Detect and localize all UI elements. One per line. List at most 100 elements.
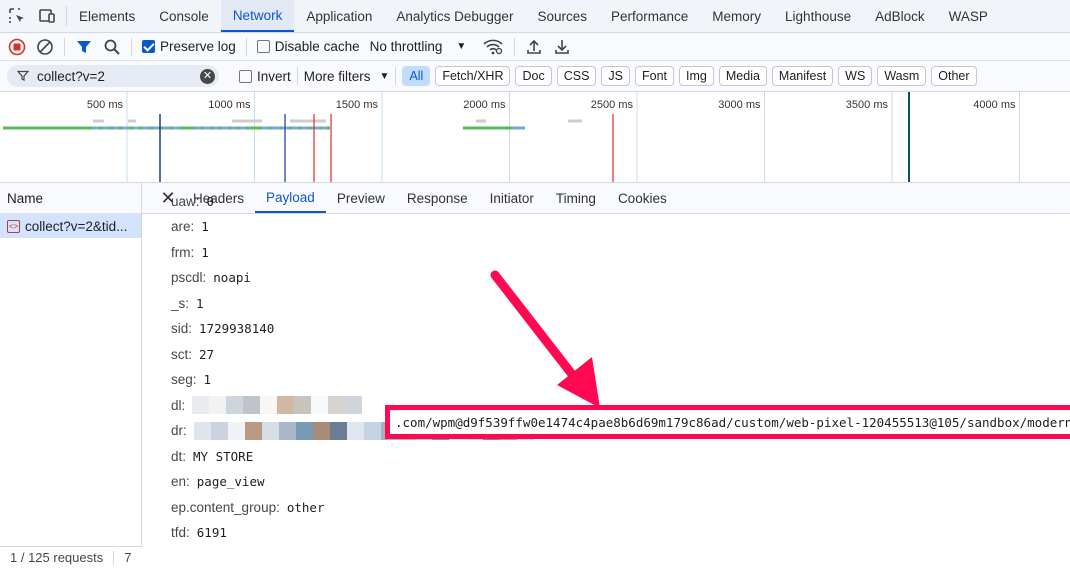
param-key: tfd: <box>171 525 190 540</box>
request-detail-panel: ✕ Headers Payload Preview Response Initiator… <box>142 183 1070 568</box>
tab-lighthouse[interactable]: Lighthouse <box>773 0 863 32</box>
redaction-block <box>311 396 329 414</box>
filter-chip-media[interactable]: Media <box>718 66 767 86</box>
payload-param: dt: MY STORE <box>171 446 253 466</box>
separator <box>395 67 397 85</box>
separator <box>131 37 132 56</box>
payload-param: _s: 1 <box>171 293 204 313</box>
param-key: sid: <box>171 321 193 336</box>
throttling-select[interactable]: No throttling ▼ <box>370 39 467 54</box>
tick-label: 3500 ms <box>846 99 889 111</box>
request-name: collect?v=2&tid... <box>25 218 128 234</box>
param-key: dt: <box>171 448 187 464</box>
param-value: 0 <box>206 193 215 209</box>
filter-chip-other[interactable]: Other <box>931 66 977 86</box>
search-icon[interactable] <box>103 38 121 56</box>
redaction-block <box>363 421 381 440</box>
detail-tab-preview[interactable]: Preview <box>326 183 396 213</box>
name-column-header[interactable]: Name <box>0 183 141 214</box>
dropdown-arrow-icon: ▼ <box>456 41 467 52</box>
checkbox-checked[interactable] <box>142 40 155 53</box>
clear-icon[interactable] <box>36 38 54 56</box>
param-value: 1729938140 <box>199 321 275 336</box>
separator <box>514 37 516 56</box>
filter-chip-manifest[interactable]: Manifest <box>771 66 834 86</box>
filter-chip-all[interactable]: All <box>402 66 431 86</box>
separator <box>296 67 298 85</box>
payload-param: are: 1 <box>171 217 209 237</box>
network-toolbar: Preserve log Disable cache No throttling… <box>0 33 1070 61</box>
param-value: 1 <box>201 219 209 234</box>
detail-tab-initiator[interactable]: Initiator <box>479 183 545 213</box>
tab-performance[interactable]: Performance <box>599 0 700 32</box>
overview-chart: 500 ms 1000 ms 1500 ms 2000 ms 2500 ms 3000 m… <box>3 92 1020 182</box>
request-row-selected[interactable]: <> collect?v=2&tid... <box>0 214 141 238</box>
detail-tab-timing[interactable]: Timing <box>545 183 607 213</box>
param-value: 27 <box>199 346 215 362</box>
tab-network[interactable]: Network <box>220 0 295 32</box>
filter-chip-font[interactable]: Font <box>635 66 675 86</box>
param-key: dr: <box>171 423 187 438</box>
import-har-icon[interactable] <box>525 38 543 56</box>
tab-analytics-debugger[interactable]: Analytics Debugger <box>384 0 525 32</box>
payload-param: en: page_view <box>171 472 265 492</box>
redaction-block <box>260 396 278 414</box>
detail-tab-payload[interactable]: Payload <box>255 183 326 213</box>
filter-chip-img[interactable]: Img <box>679 66 714 86</box>
redaction-block <box>210 421 228 440</box>
checkbox-unchecked[interactable] <box>239 69 252 83</box>
status-extra: 7 <box>124 550 132 565</box>
dl-url-text: .com/wpm@d9f539ffw0e1474c4pae8b6d69m179c… <box>395 414 1070 430</box>
checkbox-unchecked[interactable] <box>256 40 270 53</box>
param-value: 1 <box>201 244 209 260</box>
inspect-element-icon[interactable] <box>8 7 26 25</box>
document-request-icon: <> <box>7 219 20 233</box>
param-key: dl: <box>171 397 186 413</box>
filter-chip-wasm[interactable]: Wasm <box>877 66 927 86</box>
redaction-block <box>295 421 313 440</box>
devtools-tabbar: Elements Console Network Application Analyti… <box>0 0 1070 33</box>
param-key: _s: <box>171 295 190 311</box>
export-har-icon[interactable] <box>553 38 571 56</box>
filter-chip-ws[interactable]: WS <box>838 66 873 86</box>
detail-tab-response[interactable]: Response <box>396 183 479 213</box>
event-markers <box>159 92 910 182</box>
payload-param: pscdl: noapi <box>171 268 251 288</box>
device-toolbar-icon[interactable] <box>38 7 56 25</box>
clear-filter-icon[interactable]: ✕ <box>200 68 215 84</box>
tab-memory[interactable]: Memory <box>700 0 773 32</box>
payload-param: frm: 1 <box>171 242 209 262</box>
redaction-block <box>312 421 330 440</box>
invert-checkbox[interactable]: Invert <box>239 69 291 84</box>
tab-console[interactable]: Console <box>147 0 221 32</box>
redaction-block <box>329 421 347 440</box>
filter-chip-doc[interactable]: Doc <box>515 66 552 86</box>
tab-elements[interactable]: Elements <box>67 0 147 32</box>
filter-icon[interactable] <box>75 38 93 56</box>
param-key: sct: <box>171 346 193 362</box>
filter-chip-css[interactable]: CSS <box>556 66 597 86</box>
preserve-log-checkbox[interactable]: Preserve log <box>142 39 236 54</box>
disable-cache-checkbox[interactable]: Disable cache <box>256 39 360 54</box>
filter-chip-fetch-xhr[interactable]: Fetch/XHR <box>435 66 511 86</box>
redaction-block <box>226 396 244 414</box>
redaction-block <box>278 421 296 440</box>
param-key: uaw: <box>171 193 200 209</box>
more-filters-dropdown[interactable]: More filters ▼ <box>304 69 390 84</box>
request-list: Name <> collect?v=2&tid... 1 / 125 reque… <box>0 183 142 568</box>
record-stop-icon[interactable] <box>8 38 26 56</box>
filter-chip-js[interactable]: JS <box>601 66 631 86</box>
tab-adblock[interactable]: AdBlock <box>863 0 937 32</box>
filter-input[interactable]: collect?v=2 ✕ <box>7 65 219 87</box>
param-key: frm: <box>171 244 195 260</box>
tab-wasp[interactable]: WASP <box>937 0 1000 32</box>
detail-tab-cookies[interactable]: Cookies <box>607 183 678 213</box>
network-overview[interactable]: 500 ms 1000 ms 1500 ms 2000 ms 2500 ms 3000 m… <box>0 92 1070 183</box>
param-key: ep.content_group: <box>171 499 280 515</box>
tab-application[interactable]: Application <box>294 0 384 32</box>
param-value: page_view <box>196 474 265 489</box>
network-conditions-icon[interactable] <box>482 38 504 56</box>
tab-sources[interactable]: Sources <box>525 0 599 32</box>
tick-label: 1000 ms <box>208 99 251 111</box>
redaction-block <box>209 396 227 414</box>
